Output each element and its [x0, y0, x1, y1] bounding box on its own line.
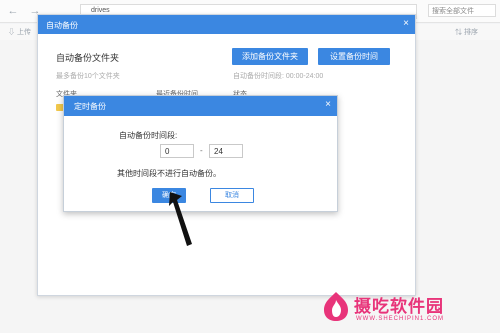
search-input[interactable]: 搜索全部文件	[428, 4, 496, 17]
watermark: 摄吃软件园 WWW.SHECHIPIN1.COM	[318, 286, 498, 330]
watermark-url: WWW.SHECHIPIN1.COM	[356, 316, 444, 322]
start-hour-input[interactable]: 0	[160, 144, 194, 158]
path-text: drives	[91, 7, 110, 14]
timer-dialog-header: 定时备份 ×	[64, 96, 337, 116]
set-time-button[interactable]: 设置备份时间	[318, 48, 390, 65]
section-title: 自动备份文件夹	[56, 53, 120, 63]
pointer-arrow-icon	[169, 192, 192, 246]
time-range-text: 自动备份时间段: 00:00-24:00	[233, 73, 324, 80]
range-separator: -	[200, 146, 203, 155]
dialog-header: 自动备份 ×	[38, 15, 415, 34]
sort-label: 排序	[463, 29, 478, 36]
close-icon[interactable]: ×	[325, 99, 331, 110]
cancel-button[interactable]: 取消	[210, 188, 254, 203]
folder-limit-text: 最多备份10个文件夹	[56, 73, 120, 80]
timer-dialog-title: 定时备份	[74, 102, 106, 111]
timer-backup-dialog: 定时备份 × 自动备份时间段: 0 - 24 其他时间段不进行自动备份。 确定 …	[63, 95, 338, 212]
note-text: 其他时间段不进行自动备份。	[117, 169, 221, 178]
watermark-logo-icon	[324, 292, 348, 321]
back-arrow-icon[interactable]: ←	[6, 5, 20, 17]
period-label: 自动备份时间段:	[119, 131, 178, 140]
sort-button[interactable]: ⇅ 排序	[455, 27, 478, 37]
upload-button[interactable]: ⇩ 上传	[8, 27, 31, 37]
close-icon[interactable]: ×	[403, 18, 409, 29]
dialog-title: 自动备份	[46, 21, 78, 30]
end-hour-input[interactable]: 24	[209, 144, 243, 158]
add-folder-button[interactable]: 添加备份文件夹	[232, 48, 308, 65]
watermark-text: 摄吃软件园	[354, 297, 444, 317]
upload-label: 上传	[16, 29, 31, 36]
